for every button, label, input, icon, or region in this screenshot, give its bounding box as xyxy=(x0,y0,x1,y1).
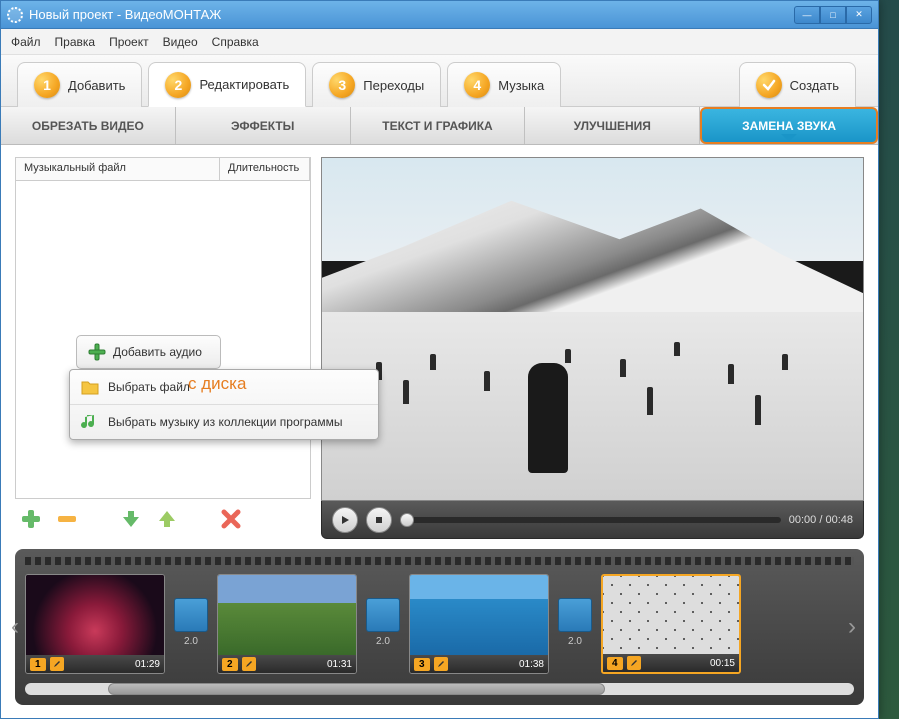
step-3-icon: 3 xyxy=(329,72,355,98)
plus-icon xyxy=(87,342,107,362)
progress-thumb[interactable] xyxy=(400,513,414,527)
clip-3[interactable]: 3 01:38 xyxy=(409,574,549,674)
step-music-label: Музыка xyxy=(498,78,544,93)
step-tabs: 1 Добавить 2 Редактировать 3 Переходы 4 … xyxy=(1,55,878,107)
menu-edit[interactable]: Правка xyxy=(55,35,96,49)
step-4-icon: 4 xyxy=(464,72,490,98)
sub-tabs: ОБРЕЗАТЬ ВИДЕО ЭФФЕКТЫ ТЕКСТ И ГРАФИКА У… xyxy=(1,107,878,145)
dropdown-select-file-label: Выбрать файл xyxy=(108,380,190,394)
step-check-icon xyxy=(756,72,782,98)
add-track-button[interactable] xyxy=(19,507,43,531)
add-audio-button[interactable]: Добавить аудио xyxy=(76,335,221,369)
clip-3-edit-icon[interactable] xyxy=(434,657,448,671)
timeline-next-button[interactable]: › xyxy=(848,607,868,647)
video-content xyxy=(322,158,863,500)
step-add[interactable]: 1 Добавить xyxy=(17,62,142,107)
folder-icon xyxy=(80,377,100,397)
transition-2-duration: 2.0 xyxy=(376,636,390,647)
titlebar: Новый проект - ВидеоМОНТАЖ — □ ✕ xyxy=(1,1,878,29)
menu-video[interactable]: Видео xyxy=(163,35,198,49)
close-button[interactable]: ✕ xyxy=(846,6,872,24)
dropdown-select-file[interactable]: Выбрать файл xyxy=(70,370,378,405)
menu-project[interactable]: Проект xyxy=(109,35,149,49)
clip-4-number: 4 xyxy=(607,657,623,670)
clip-3-time: 01:38 xyxy=(519,659,544,670)
clip-1[interactable]: 1 01:29 xyxy=(25,574,165,674)
remove-track-button[interactable] xyxy=(55,507,79,531)
menu-help[interactable]: Справка xyxy=(212,35,259,49)
window-title: Новый проект - ВидеоМОНТАЖ xyxy=(29,7,794,22)
transition-1-duration: 2.0 xyxy=(184,636,198,647)
menu-file[interactable]: Файл xyxy=(11,35,41,49)
clip-1-number: 1 xyxy=(30,658,46,671)
clip-2-number: 2 xyxy=(222,658,238,671)
step-1-icon: 1 xyxy=(34,72,60,98)
clip-4[interactable]: 4 00:15 xyxy=(601,574,741,674)
step-create-label: Создать xyxy=(790,78,839,93)
step-transitions[interactable]: 3 Переходы xyxy=(312,62,441,107)
step-add-label: Добавить xyxy=(68,78,125,93)
menubar: Файл Правка Проект Видео Справка xyxy=(1,29,878,55)
dropdown-from-collection[interactable]: Выбрать музыку из коллекции программы xyxy=(70,405,378,439)
audio-list-header: Музыкальный файл Длительность xyxy=(15,157,311,181)
clip-4-time: 00:15 xyxy=(710,658,735,669)
music-note-icon xyxy=(80,412,100,432)
app-window: Новый проект - ВидеоМОНТАЖ — □ ✕ Файл Пр… xyxy=(0,0,879,719)
clip-3-number: 3 xyxy=(414,658,430,671)
clip-2-time: 01:31 xyxy=(327,659,352,670)
step-create[interactable]: Создать xyxy=(739,62,856,107)
add-audio-label: Добавить аудио xyxy=(113,345,202,359)
clip-1-time: 01:29 xyxy=(135,659,160,670)
audio-list: Добавить аудио с диска Выбрать файл Выбр… xyxy=(15,181,311,499)
subtab-crop[interactable]: ОБРЕЗАТЬ ВИДЕО xyxy=(1,107,176,144)
transition-2-icon xyxy=(366,598,400,632)
move-up-button[interactable] xyxy=(155,507,179,531)
audio-panel: Музыкальный файл Длительность Добавить а… xyxy=(15,157,311,539)
play-button[interactable] xyxy=(332,507,358,533)
transition-3-icon xyxy=(558,598,592,632)
col-duration: Длительность xyxy=(220,158,310,180)
maximize-button[interactable]: □ xyxy=(820,6,846,24)
time-display: 00:00 / 00:48 xyxy=(789,514,853,526)
col-file: Музыкальный файл xyxy=(16,158,220,180)
transition-1-icon xyxy=(174,598,208,632)
minimize-button[interactable]: — xyxy=(794,6,820,24)
subtab-audio[interactable]: ЗАМЕНА ЗВУКА xyxy=(700,107,878,144)
progress-bar[interactable] xyxy=(400,517,781,523)
player-controls: 00:00 / 00:48 xyxy=(321,501,864,539)
add-audio-dropdown: Выбрать файл Выбрать музыку из коллекции… xyxy=(69,369,379,440)
subtab-text[interactable]: ТЕКСТ И ГРАФИКА xyxy=(351,107,526,144)
transition-2[interactable]: 2.0 xyxy=(365,598,401,650)
film-strip-decoration xyxy=(25,557,854,565)
transition-1[interactable]: 2.0 xyxy=(173,598,209,650)
clip-2[interactable]: 2 01:31 xyxy=(217,574,357,674)
transition-3[interactable]: 2.0 xyxy=(557,598,593,650)
app-icon xyxy=(7,7,23,23)
window-controls: — □ ✕ xyxy=(794,6,872,24)
delete-button[interactable] xyxy=(219,507,243,531)
step-2-icon: 2 xyxy=(165,72,191,98)
video-preview[interactable] xyxy=(321,157,864,501)
timeline-scrollbar[interactable] xyxy=(25,683,854,695)
clip-2-edit-icon[interactable] xyxy=(242,657,256,671)
clip-1-edit-icon[interactable] xyxy=(50,657,64,671)
step-edit[interactable]: 2 Редактировать xyxy=(148,62,306,107)
stop-button[interactable] xyxy=(366,507,392,533)
step-music[interactable]: 4 Музыка xyxy=(447,62,561,107)
dropdown-from-collection-label: Выбрать музыку из коллекции программы xyxy=(108,415,342,429)
clips-row: 1 01:29 2.0 2 01:31 2.0 xyxy=(25,571,854,677)
preview-panel: 00:00 / 00:48 xyxy=(321,157,864,539)
subtab-effects[interactable]: ЭФФЕКТЫ xyxy=(176,107,351,144)
subtab-enhance[interactable]: УЛУЧШЕНИЯ xyxy=(525,107,700,144)
content-area: Музыкальный файл Длительность Добавить а… xyxy=(1,145,878,545)
timeline: ‹ › 1 01:29 2.0 2 01:31 xyxy=(15,549,864,705)
step-transitions-label: Переходы xyxy=(363,78,424,93)
move-down-button[interactable] xyxy=(119,507,143,531)
timeline-scroll-thumb[interactable] xyxy=(108,683,605,695)
audio-tools xyxy=(15,499,311,539)
clip-4-edit-icon[interactable] xyxy=(627,656,641,670)
transition-3-duration: 2.0 xyxy=(568,636,582,647)
step-edit-label: Редактировать xyxy=(199,77,289,92)
